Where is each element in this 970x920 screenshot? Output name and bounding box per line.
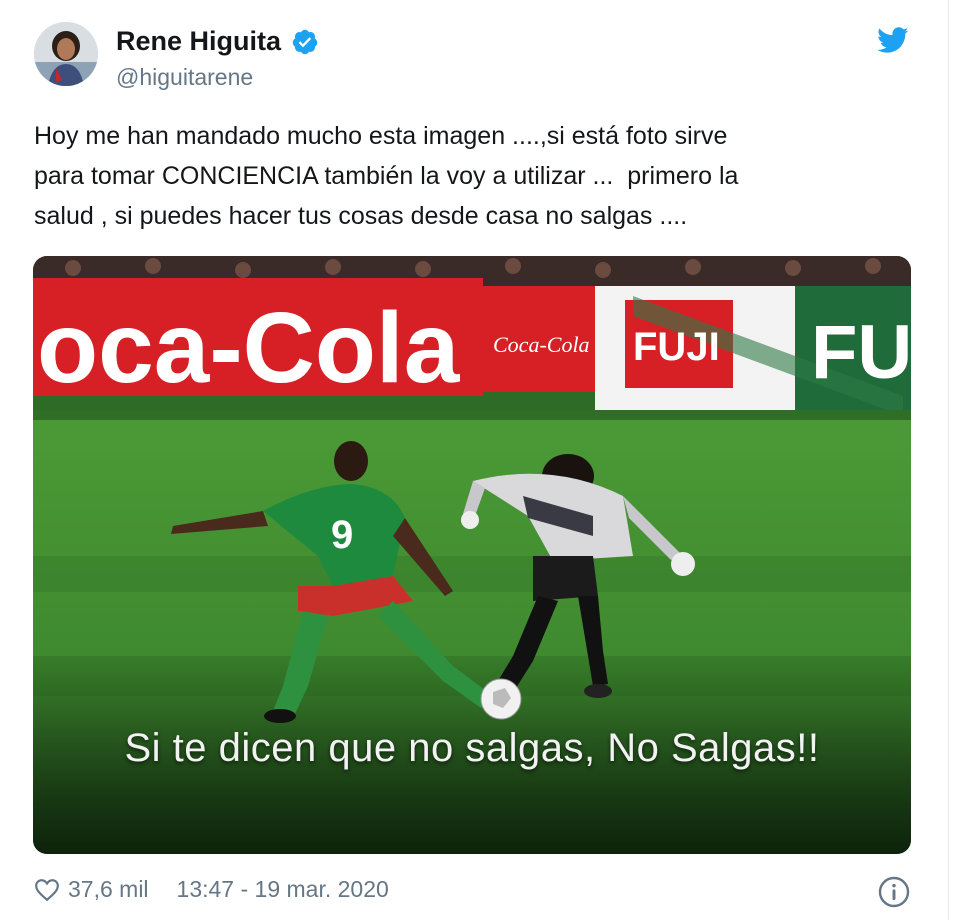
- avatar-image: [34, 22, 98, 86]
- avatar[interactable]: [34, 22, 98, 86]
- like-count[interactable]: 37,6 mil: [68, 876, 149, 903]
- tweet-text-line: salud , si puedes hacer tus cosas desde …: [34, 202, 688, 230]
- tweet-text: Hoy me han mandado mucho esta imagen ...…: [34, 116, 894, 236]
- jersey-number: 9: [331, 513, 353, 557]
- tweet-text-line: Hoy me han mandado mucho esta imagen ...…: [34, 122, 728, 150]
- author-name[interactable]: Rene Higuita: [116, 26, 281, 57]
- banner-small-logo-text: Coca-Cola: [493, 332, 590, 357]
- tweet-text-line: para tomar CONCIENCIA también la voy a u…: [34, 162, 739, 190]
- author-handle[interactable]: @higuitarene: [116, 64, 253, 91]
- banner-fu-text: FU: [811, 310, 911, 395]
- timeline-divider: [948, 0, 949, 920]
- tweet-timestamp[interactable]: 13:47 - 19 mar. 2020: [177, 876, 389, 903]
- banner-fuji-text: FUJI: [633, 325, 720, 369]
- tweet-footer: 37,6 mil 13:47 - 19 mar. 2020: [34, 876, 389, 903]
- heart-icon[interactable]: [34, 878, 60, 902]
- banner-coca-cola-text: oca-Cola: [37, 292, 461, 404]
- info-icon[interactable]: [878, 876, 910, 908]
- image-caption: Si te dicen que no salgas, No Salgas!!: [124, 726, 820, 770]
- twitter-bird-icon[interactable]: [877, 27, 909, 54]
- verified-badge-icon: [292, 29, 318, 54]
- tweet-media-image[interactable]: oca-Cola Coca-Cola FUJI FU 9 Si te dicen…: [33, 256, 911, 854]
- author-name-row[interactable]: Rene Higuita: [116, 26, 319, 57]
